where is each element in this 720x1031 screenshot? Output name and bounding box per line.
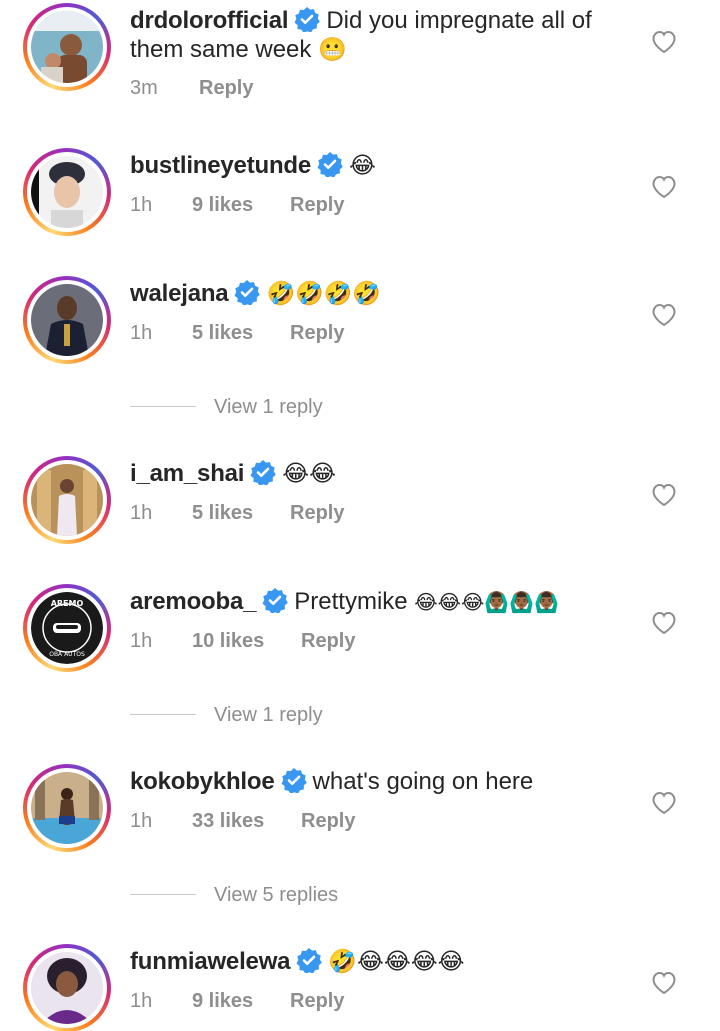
reply-button[interactable]: Reply — [290, 500, 344, 526]
likes-count[interactable]: 33 likes — [192, 808, 264, 834]
avatar[interactable] — [23, 3, 111, 91]
divider — [130, 714, 196, 715]
heart-outline-icon[interactable] — [651, 611, 677, 635]
verified-badge-icon — [234, 279, 261, 305]
profile-photo: AREMO OBA AUTOS — [31, 592, 103, 664]
verified-badge-icon — [281, 767, 307, 793]
reply-button[interactable]: Reply — [301, 808, 355, 834]
username[interactable]: drdolorofficial — [130, 7, 289, 34]
verified-badge-icon — [250, 459, 277, 485]
comment-body: funmiawelewa 🤣😂😂😂😂 — [130, 947, 630, 977]
avatar[interactable] — [23, 276, 111, 364]
likes-count[interactable]: 10 likes — [192, 628, 264, 654]
avatar[interactable] — [23, 456, 111, 544]
reply-button[interactable]: Reply — [199, 75, 253, 101]
comment-body: i_am_shai 😂😂 — [130, 459, 630, 489]
reply-button[interactable]: Reply — [290, 320, 344, 346]
comment-body: kokobykhloe what's going on here — [130, 767, 630, 796]
reply-button[interactable]: Reply — [301, 628, 355, 654]
comment-body: walejana 🤣🤣🤣🤣 — [130, 279, 630, 309]
likes-count[interactable]: 9 likes — [192, 192, 253, 218]
comment-text: what's going on here — [312, 768, 534, 795]
profile-photo — [31, 464, 103, 536]
heart-outline-icon[interactable] — [651, 30, 677, 54]
comment-emoji: 🤣😂😂😂😂 — [328, 949, 465, 975]
comment-emoji: 🤣🤣🤣🤣 — [266, 281, 382, 307]
timestamp: 1h — [130, 990, 153, 1012]
timestamp: 1h — [130, 630, 153, 652]
username[interactable]: kokobykhloe — [130, 768, 275, 795]
comment-emoji: 😬 — [318, 37, 347, 63]
verified-badge-icon — [296, 947, 323, 973]
comment-text: Did you impregnate all of — [326, 7, 592, 34]
profile-photo — [31, 156, 103, 228]
verified-badge-icon — [294, 6, 321, 32]
username[interactable]: walejana — [130, 280, 229, 307]
username[interactable]: aremooba_ — [130, 588, 256, 615]
heart-outline-icon[interactable] — [651, 483, 677, 507]
username[interactable]: bustlineyetunde — [130, 152, 311, 179]
comment-emoji: 😂 — [349, 153, 376, 179]
profile-photo — [31, 11, 103, 83]
comment-body: aremooba_ Prettymike 😂😂😂🙆🏾‍♂️🙆🏾‍♂️🙆🏾‍♂️ — [130, 587, 650, 617]
comment-body: drdolorofficial Did you impregnate all of… — [130, 6, 630, 65]
avatar[interactable] — [23, 148, 111, 236]
comment-emoji: 😂😂 — [282, 461, 337, 487]
divider — [130, 894, 196, 895]
timestamp: 1h — [130, 810, 153, 832]
verified-badge-icon — [262, 587, 289, 613]
heart-outline-icon[interactable] — [651, 971, 677, 995]
avatar[interactable] — [23, 764, 111, 852]
username[interactable]: i_am_shai — [130, 460, 244, 487]
comment-emoji: 😂😂😂🙆🏾‍♂️🙆🏾‍♂️🙆🏾‍♂️ — [414, 590, 560, 614]
heart-outline-icon[interactable] — [651, 303, 677, 327]
view-replies-label: View 1 reply — [214, 396, 323, 418]
comment-text: Prettymike — [294, 588, 408, 615]
divider — [130, 406, 196, 407]
timestamp: 1h — [130, 194, 153, 216]
heart-outline-icon[interactable] — [651, 791, 677, 815]
reply-button[interactable]: Reply — [290, 192, 344, 218]
avatar-logo-text: AREMO — [51, 599, 84, 608]
verified-badge-icon — [317, 151, 343, 177]
view-replies-label: View 5 replies — [214, 884, 339, 906]
timestamp: 1h — [130, 322, 153, 344]
avatar[interactable] — [23, 944, 111, 1031]
profile-photo — [31, 284, 103, 356]
avatar[interactable]: AREMO OBA AUTOS — [23, 584, 111, 672]
avatar-logo-subtext: OBA AUTOS — [49, 651, 85, 658]
comment-body: bustlineyetunde 😂 — [130, 151, 630, 181]
profile-photo — [31, 772, 103, 844]
profile-photo — [31, 952, 103, 1024]
likes-count[interactable]: 5 likes — [192, 320, 253, 346]
reply-button[interactable]: Reply — [290, 988, 344, 1014]
view-replies-label: View 1 reply — [214, 704, 323, 726]
timestamp: 3m — [130, 77, 158, 99]
username[interactable]: funmiawelewa — [130, 948, 291, 975]
timestamp: 1h — [130, 502, 153, 524]
likes-count[interactable]: 5 likes — [192, 500, 253, 526]
comment-text-continued: them same week — [130, 36, 312, 63]
likes-count[interactable]: 9 likes — [192, 988, 253, 1014]
heart-outline-icon[interactable] — [651, 175, 677, 199]
